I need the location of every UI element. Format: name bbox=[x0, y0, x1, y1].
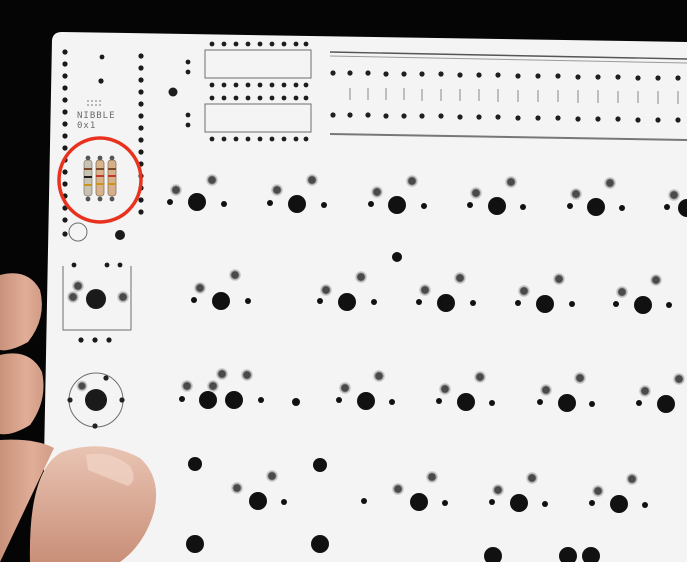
photo-scene bbox=[0, 32, 687, 562]
board-version-label: 0x1 bbox=[77, 121, 97, 131]
resistor-group bbox=[83, 155, 117, 202]
board-name-label: NIBBLE bbox=[77, 111, 116, 121]
